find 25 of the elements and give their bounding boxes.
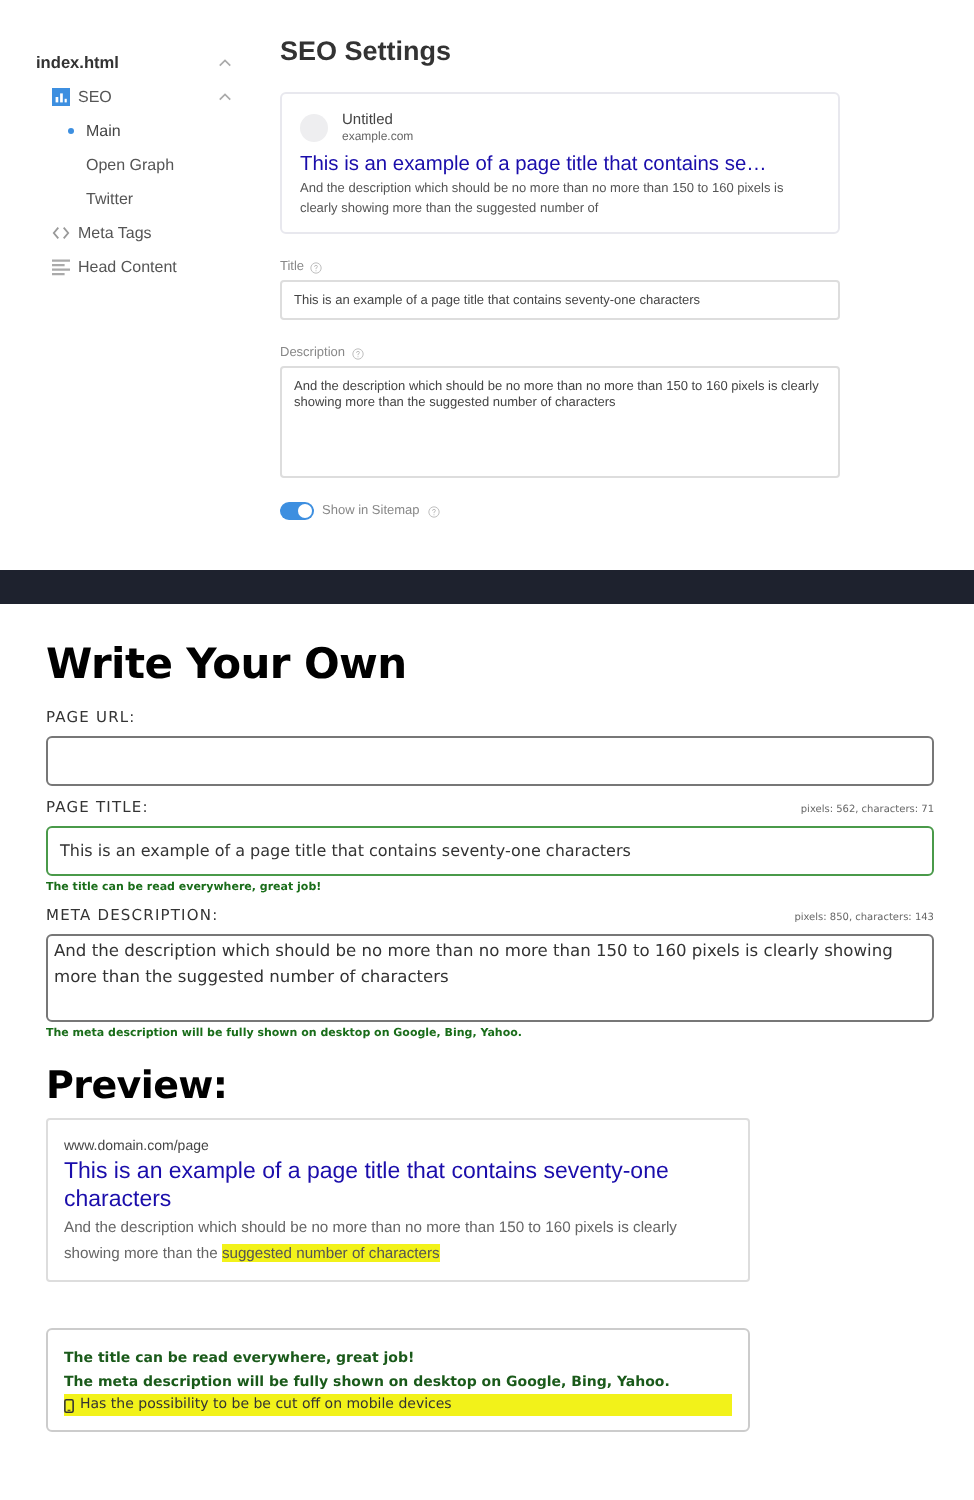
page-title: SEO Settings [280, 36, 454, 66]
preview-title: This is an example of a page title that contains seventy-one characters [64, 1158, 671, 1214]
title-input[interactable]: This is an example of a page title that contains seventy-one characters [46, 826, 934, 876]
sidebar-item[interactable]: Twitter [86, 190, 134, 208]
code-icon [52, 224, 70, 242]
sidebar-item[interactable]: Open Graph [86, 156, 175, 174]
help-icon[interactable] [427, 505, 440, 517]
preview-title: This is an example of a page title that contains se… [300, 154, 769, 176]
sidebar-item[interactable]: Head Content [78, 258, 177, 276]
caret-icon[interactable] [218, 92, 232, 102]
section-heading: Write Your Own [46, 640, 409, 688]
section-heading: Preview: [46, 1064, 230, 1108]
description-input[interactable]: And the description which should be no more than no more than 150 to 160 pixels is clearly showing more than the suggested number of characters [46, 934, 934, 1022]
caret-icon[interactable] [218, 57, 232, 67]
sidebar-item[interactable]: index.html [36, 52, 119, 72]
lines-icon [52, 258, 70, 276]
phone-icon [64, 1397, 74, 1413]
sidebar-item[interactable]: Meta Tags [78, 224, 152, 242]
help-icon[interactable] [351, 347, 364, 359]
sidebar-item[interactable]: SEO [78, 88, 112, 106]
sitemap-toggle[interactable] [280, 502, 314, 520]
url-input[interactable] [46, 736, 934, 786]
sidebar-item[interactable]: Main [86, 122, 121, 140]
chart-icon [52, 88, 70, 106]
help-icon[interactable] [310, 261, 323, 273]
